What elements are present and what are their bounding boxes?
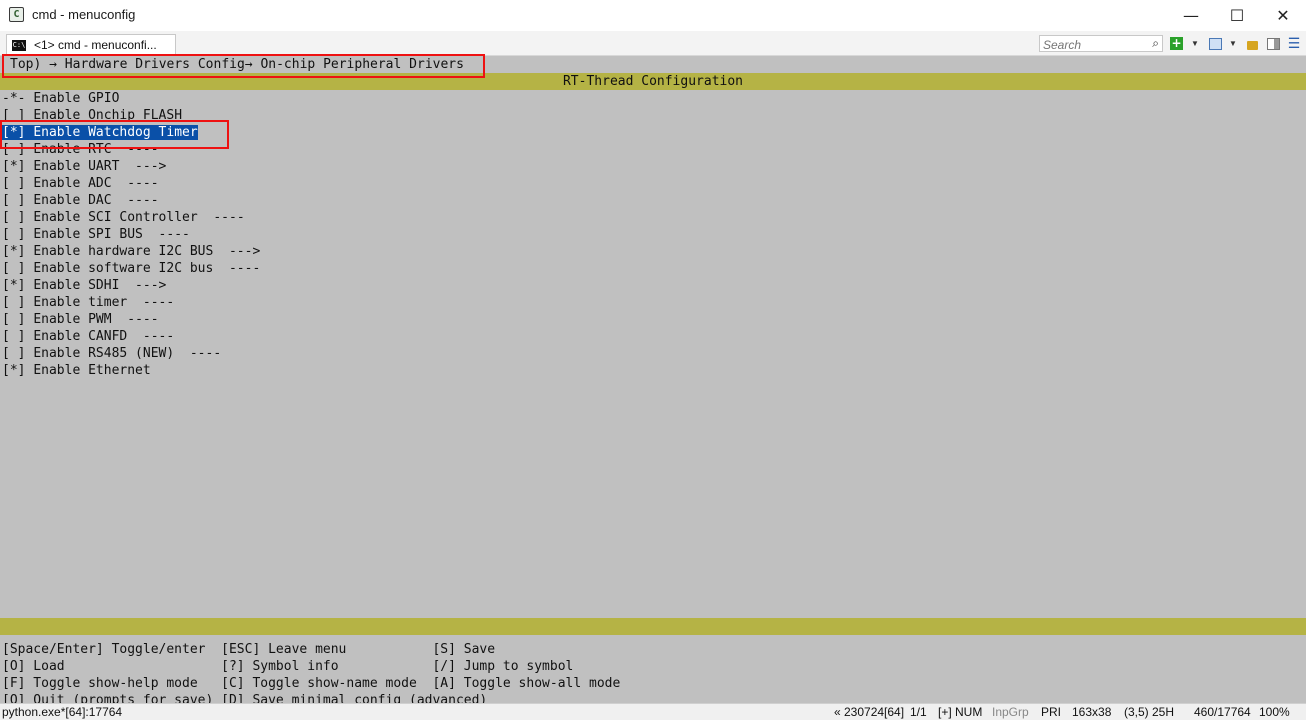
menu-item-suffix: ---> [213,244,261,259]
cursor-position: (3,5) 25H [1124,705,1175,719]
menu-item-label: Enable SDHI [33,278,120,293]
menu-item-mark: [ ] [2,261,26,276]
add-icon: + [1170,36,1183,50]
search-icon[interactable]: ⌕ [1152,36,1159,51]
line-count: 460/17764 [1194,705,1251,719]
maximize-button[interactable]: ☐ [1214,0,1260,31]
bottom-separator [0,618,1306,635]
input-group-status: InpGrp [992,705,1029,719]
menu-item[interactable]: [ ] Enable SCI Controller ---- [2,209,245,226]
lock-button[interactable] [1244,35,1260,52]
menu-item-mark: [ ] [2,210,26,225]
menu-item-mark: [*] [2,244,26,259]
watchdog-highlight-box [0,120,229,149]
menu-item-mark: [ ] [2,312,26,327]
menu-item[interactable]: -*- Enable GPIO [2,90,119,107]
menu-item-mark: [*] [2,363,26,378]
tab-label: <1> cmd - menuconfi... [34,38,157,52]
panel-icon [1208,37,1222,50]
menu-item-label: Enable GPIO [33,91,120,106]
search-input[interactable] [1040,37,1143,53]
menu-item-suffix: ---> [119,159,167,174]
layout-icon [1266,37,1280,50]
menu-item-mark: [*] [2,159,26,174]
menu-item-suffix: ---> [119,278,167,293]
add-console-dropdown[interactable]: ▼ [1189,35,1201,52]
menu-item-label: Enable ADC [33,176,112,191]
menu-item-mark: -*- [2,91,26,106]
add-console-button[interactable]: + [1169,35,1184,52]
process-info: python.exe*[64]:17764 [2,705,123,719]
menu-item-label: Enable PWM [33,312,112,327]
breadcrumb-highlight-box [2,54,485,78]
menu-item-label: Enable software I2C bus [33,261,214,276]
menu-item-mark: [ ] [2,227,26,242]
menu-item-mark: [ ] [2,193,26,208]
menu-item[interactable]: [ ] Enable ADC ---- [2,175,159,192]
menu-item[interactable]: [ ] Enable RS485 (NEW) ---- [2,345,221,362]
menu-item-label: Enable UART [33,159,120,174]
console-position: 1/1 [910,705,927,719]
menu-item-label: Enable hardware I2C BUS [33,244,214,259]
help-line: [F] Toggle show-help mode [C] Toggle sho… [2,676,621,691]
menu-item[interactable]: [ ] Enable CANFD ---- [2,328,174,345]
conemu-app-icon: C [9,7,24,22]
help-line: [Space/Enter] Toggle/enter [ESC] Leave m… [2,642,496,657]
terminal[interactable]: Top) → Hardware Drivers Config→ On-chip … [0,54,1306,708]
menu-item[interactable]: [*] Enable SDHI ---> [2,277,166,294]
menu-item-label: Enable timer [33,295,128,310]
menu-item-mark: [*] [2,278,26,293]
menu-item-label: Enable DAC [33,193,112,208]
menu-item-label: Enable Ethernet [33,363,151,378]
menu-item-mark: [ ] [2,176,26,191]
menu-item-suffix: ---- [127,295,175,310]
menu-item[interactable]: [ ] Enable software I2C bus ---- [2,260,260,277]
window-title: cmd - menuconfig [32,7,136,22]
menu-item[interactable]: [ ] Enable SPI BUS ---- [2,226,190,243]
menu-item-suffix: ---- [111,312,159,327]
panel-dropdown[interactable]: ▼ [1227,35,1239,52]
lock-icon [1246,41,1258,50]
menu-item[interactable]: [ ] Enable timer ---- [2,294,174,311]
menu-item-label: Enable SCI Controller [33,210,198,225]
zoom-level: 100% [1259,705,1290,719]
minimize-button[interactable]: — [1168,0,1214,31]
menu-item[interactable]: [*] Enable UART ---> [2,158,166,175]
console-icon: C:\ [12,39,26,51]
menu-item-label: Enable CANFD [33,329,128,344]
panel-button[interactable] [1207,35,1223,52]
menu-icon: ☰ [1287,35,1301,51]
menu-item-label: Enable RS485 (NEW) [33,346,175,361]
menu-item-mark: [ ] [2,295,26,310]
dropdown-icon: ▼ [1229,39,1237,48]
menu-item-mark: [ ] [2,329,26,344]
menu-item[interactable]: [*] Enable Ethernet [2,362,151,379]
menu-item-suffix: ---- [111,193,159,208]
num-lock-status: [+] NUM [938,705,983,719]
menu-item[interactable]: [ ] Enable PWM ---- [2,311,159,328]
menu-item-suffix: ---- [174,346,222,361]
menu-item[interactable]: [ ] Enable DAC ---- [2,192,159,209]
menu-item-suffix: ---- [127,329,175,344]
title-bar: C cmd - menuconfig — ☐ ✕ [0,0,1306,31]
menu-item-suffix: ---- [142,227,190,242]
tab-cmd-menuconfig[interactable]: C:\ <1> cmd - menuconfi... [6,34,176,55]
search-box[interactable]: ⌕ [1039,35,1163,53]
menu-item[interactable]: [*] Enable hardware I2C BUS ---> [2,243,260,260]
dropdown-icon: ▼ [1191,39,1199,48]
menu-item-suffix: ---- [111,176,159,191]
console-size: 163x38 [1072,705,1112,719]
main-menu-button[interactable]: ☰ [1286,35,1302,52]
menu-item-suffix: ---- [197,210,245,225]
priority-status: PRI [1041,705,1062,719]
status-bar: python.exe*[64]:17764 « 230724[64] 1/1 [… [0,703,1306,720]
layout-button[interactable] [1265,35,1281,52]
help-line: [O] Load [?] Symbol info [/] Jump to sym… [2,659,574,674]
menu-item-mark: [ ] [2,346,26,361]
close-button[interactable]: ✕ [1260,0,1306,31]
menu-item-suffix: ---- [213,261,261,276]
menu-item-label: Enable SPI BUS [33,227,143,242]
build-info: « 230724[64] [834,705,905,719]
